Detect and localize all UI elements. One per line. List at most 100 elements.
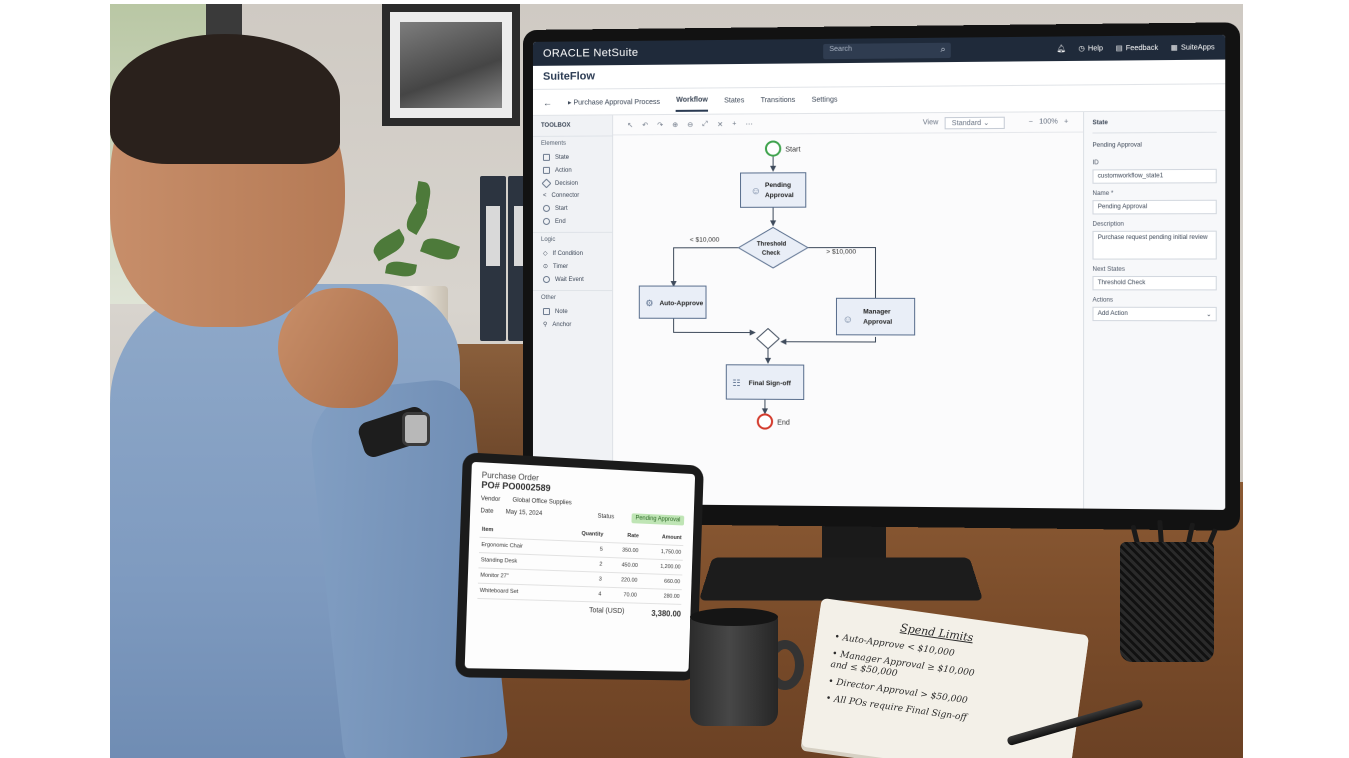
- table-cell: 70.00: [602, 587, 640, 604]
- node-label-line: Pending: [765, 182, 791, 189]
- zoom-in-button[interactable]: +: [1064, 118, 1068, 125]
- toolbox-item-label: Wait Event: [554, 276, 584, 283]
- total-label: Total (USD): [588, 607, 625, 616]
- toolbox-item-start[interactable]: Start: [533, 202, 612, 215]
- start-node[interactable]: [766, 141, 780, 155]
- id-label: ID: [1092, 160, 1099, 167]
- end-icon: [542, 217, 550, 225]
- column-header: Rate: [605, 527, 642, 544]
- timer-icon: ⊙: [542, 263, 548, 270]
- next-states-label: Next States: [1092, 266, 1126, 273]
- fit-icon[interactable]: ⤢: [702, 120, 708, 128]
- selected-state-name: Pending Approval: [1092, 142, 1142, 149]
- notifications-icon[interactable]: 🔔︎: [1057, 45, 1066, 53]
- end-node[interactable]: [758, 414, 772, 428]
- toolbox-item-state[interactable]: State: [533, 151, 612, 164]
- next-states-field[interactable]: Threshold Check: [1092, 275, 1217, 291]
- help-icon: ◷: [1078, 45, 1085, 53]
- undo-icon[interactable]: ↶: [642, 121, 648, 129]
- table-cell: 5: [558, 540, 606, 558]
- top-links: 🔔︎ ◷ Help ▤ Feedback ▦ SuiteApps: [1057, 43, 1215, 53]
- toolbox-item-label: If Condition: [552, 250, 583, 257]
- tab-states[interactable]: States: [724, 91, 744, 110]
- select-tool-icon[interactable]: ↖: [627, 121, 633, 129]
- start-icon: [542, 204, 550, 212]
- toolbox-item-end[interactable]: End: [533, 215, 612, 228]
- search-icon[interactable]: ⌕: [940, 43, 945, 54]
- toolbox-item-connector[interactable]: < Connector: [533, 190, 612, 202]
- coffee-mug: [690, 614, 778, 726]
- anchor-icon: ⚲: [542, 322, 548, 329]
- brand-logo[interactable]: ORACLE NetSuite: [543, 47, 638, 60]
- node-label-line: Threshold: [757, 242, 787, 248]
- toolbox-item-action[interactable]: Action: [533, 164, 612, 177]
- edge-low[interactable]: [674, 248, 739, 286]
- toolbox-item-note[interactable]: Note: [533, 305, 612, 318]
- add-action-select[interactable]: Add Action ⌄: [1092, 306, 1217, 322]
- actions-label: Actions: [1092, 297, 1114, 304]
- monitor-base: [698, 557, 984, 601]
- node-label-line: Check: [762, 251, 781, 257]
- back-arrow-icon[interactable]: ←: [543, 97, 552, 107]
- delete-icon[interactable]: ✕: [717, 120, 723, 128]
- name-field[interactable]: Pending Approval: [1092, 199, 1217, 215]
- tab-settings[interactable]: Settings: [812, 90, 838, 109]
- vendor-label: Vendor: [480, 496, 501, 504]
- feedback-link[interactable]: ▤ Feedback: [1116, 44, 1158, 52]
- view-control: View Standard ⌄: [923, 116, 1005, 129]
- node-label: Auto-Approve: [659, 300, 703, 307]
- toolbox-item-wait-event[interactable]: Wait Event: [533, 273, 612, 286]
- toolbox-item-label: Connector: [551, 192, 580, 199]
- zoom-in-icon[interactable]: ⊕: [672, 120, 678, 128]
- help-link[interactable]: ◷ Help: [1078, 44, 1103, 53]
- tab-transitions[interactable]: Transitions: [761, 91, 796, 110]
- mug-rim: [690, 608, 778, 626]
- table-cell: 2: [558, 555, 605, 573]
- zoom-control: − 100% +: [1029, 118, 1069, 125]
- plant-leaf: [413, 180, 433, 210]
- search-input[interactable]: Search ⌕: [823, 42, 951, 59]
- connector-icon: <: [542, 192, 547, 199]
- id-field[interactable]: customworkflow_state1: [1092, 168, 1217, 184]
- toolbox-section-other: Other: [532, 290, 613, 306]
- node-label-line: Manager: [863, 308, 891, 315]
- person-hair: [110, 34, 340, 164]
- toolbox-item-anchor[interactable]: ⚲ Anchor: [533, 318, 612, 331]
- table-cell: 3: [557, 570, 604, 588]
- edge-label-high: > $10,000: [826, 249, 856, 256]
- merge-gateway[interactable]: [757, 329, 779, 349]
- redo-icon[interactable]: ↷: [657, 121, 663, 129]
- framed-picture: [382, 4, 520, 126]
- suiteapps-link[interactable]: ▦ SuiteApps: [1171, 43, 1215, 52]
- table-cell: 450.00: [603, 557, 641, 574]
- toolbox-item-decision[interactable]: Decision: [533, 177, 612, 190]
- more-icon[interactable]: ⋯: [746, 120, 753, 128]
- toolbox-item-label: State: [554, 154, 569, 161]
- description-field[interactable]: Purchase request pending initial review: [1092, 230, 1217, 260]
- breadcrumb-label: Purchase Approval Process: [573, 98, 660, 107]
- breadcrumb[interactable]: ▸ Purchase Approval Process: [568, 97, 660, 106]
- zoom-out-icon[interactable]: ⊖: [687, 120, 693, 128]
- table-cell: 350.00: [604, 542, 641, 559]
- decision-icon: [541, 178, 552, 189]
- edge-high[interactable]: [808, 248, 876, 305]
- zoom-out-button[interactable]: −: [1029, 119, 1033, 126]
- status-label: Status: [597, 513, 615, 521]
- toolbox-item-if-condition[interactable]: ◇ If Condition: [533, 247, 612, 260]
- edge-manager-merge[interactable]: [781, 337, 875, 342]
- toolbox-item-label: Anchor: [552, 321, 572, 328]
- description-label: Description: [1092, 221, 1124, 228]
- binder: [480, 176, 506, 341]
- view-select[interactable]: Standard ⌄: [944, 116, 1005, 129]
- toolbox-item-label: End: [554, 218, 566, 225]
- po-total: Total (USD) 3,380.00: [477, 604, 682, 619]
- toolbox-item-timer[interactable]: ⊙ Timer: [533, 260, 612, 273]
- po-lines-table: Item Quantity Rate Amount Ergonomic Chai…: [477, 522, 684, 605]
- total-value: 3,380.00: [651, 608, 682, 619]
- toolbox-panel: TOOLBOX Elements State Action Decision <…: [532, 115, 614, 504]
- table-cell: 1,750.00: [640, 543, 684, 561]
- workflow-canvas[interactable]: ↖ ↶ ↷ ⊕ ⊖ ⤢ ✕ + ⋯ View Standard ⌄ − 100%…: [613, 112, 1083, 508]
- add-icon[interactable]: +: [732, 121, 736, 128]
- toolbox-heading: TOOLBOX: [540, 122, 571, 129]
- tab-workflow[interactable]: Workflow: [676, 90, 708, 112]
